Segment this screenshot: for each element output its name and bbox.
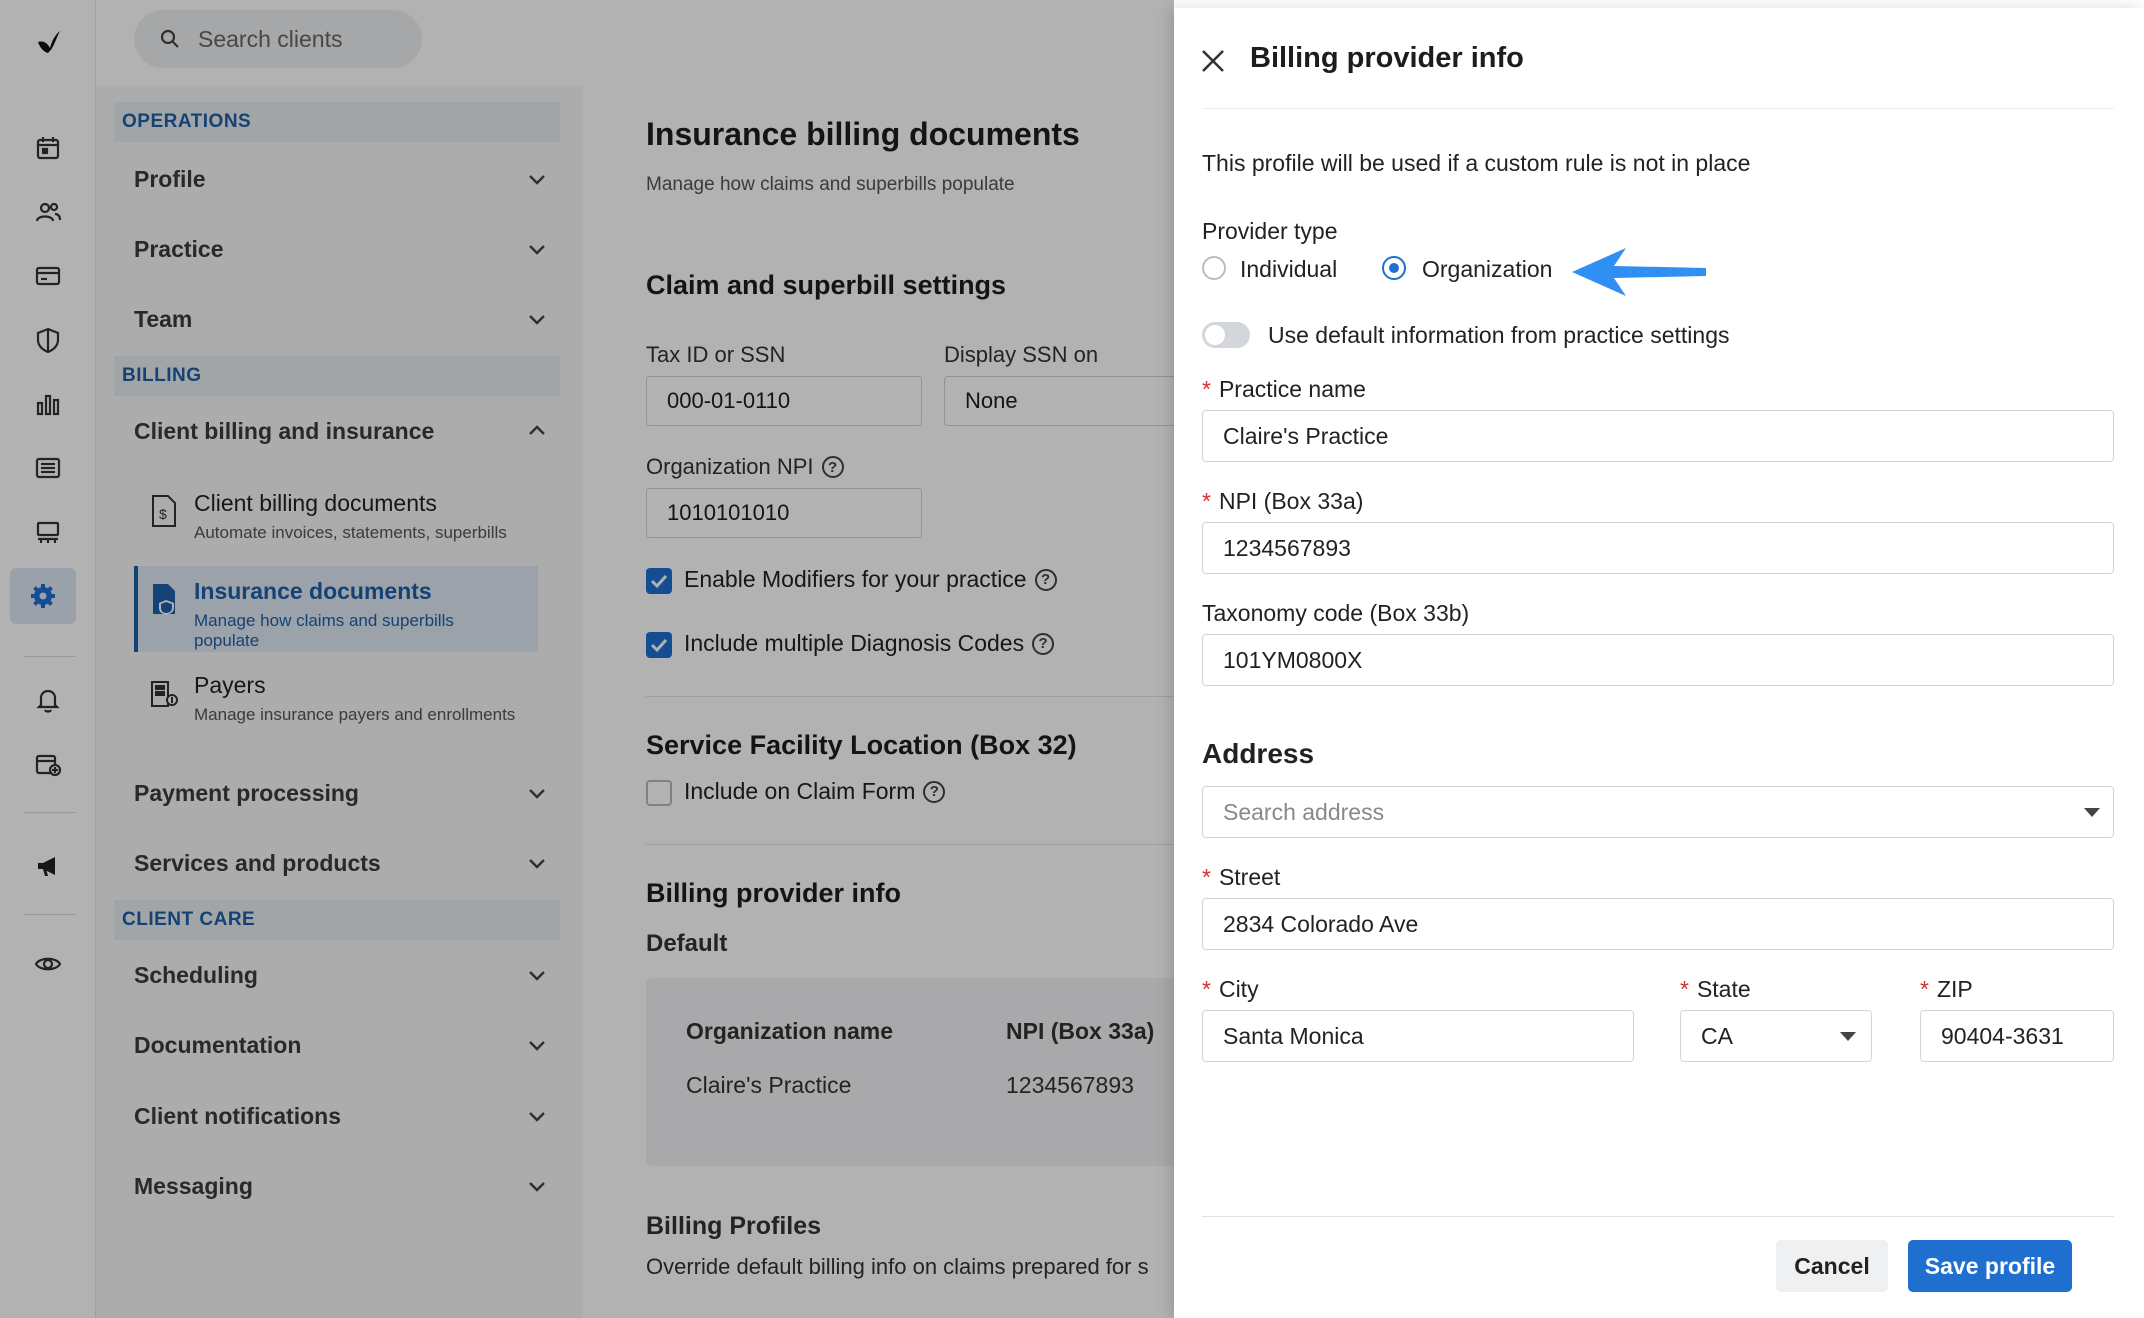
search-address-placeholder: Search address	[1223, 798, 1385, 825]
address-heading: Address	[1202, 738, 1315, 769]
modal-backdrop[interactable]	[0, 0, 1174, 1318]
provider-type-label: Provider type	[1202, 218, 1338, 244]
taxonomy-label: Taxonomy code (Box 33b)	[1202, 600, 1470, 626]
zip-label: ZIP	[1936, 976, 1973, 1002]
close-icon[interactable]	[1198, 46, 1228, 76]
dropdown-caret-icon	[1840, 1032, 1856, 1041]
required-mark: *	[1202, 488, 1211, 514]
save-profile-button[interactable]: Save profile	[1908, 1240, 2072, 1292]
state-value: CA	[1701, 1022, 1733, 1049]
zip-label-row: * ZIP	[1920, 976, 1973, 1003]
npi-label: NPI (Box 33a)	[1218, 488, 1364, 514]
required-mark: *	[1920, 976, 1929, 1002]
pointer-arrow-icon	[1572, 248, 1706, 296]
npi-label-row: * NPI (Box 33a)	[1202, 488, 1363, 515]
npi-field[interactable]: 1234567893	[1202, 522, 2114, 574]
use-default-toggle[interactable]	[1202, 322, 1250, 348]
street-label-row: * Street	[1202, 864, 1280, 891]
practice-name-label: Practice name	[1218, 376, 1366, 402]
taxonomy-field[interactable]: 101YM0800X	[1202, 634, 2114, 686]
required-mark: *	[1202, 376, 1211, 402]
billing-provider-drawer: Billing provider info This profile will …	[1174, 8, 2144, 1318]
divider	[1202, 108, 2114, 109]
practice-name-label-row: * Practice name	[1202, 376, 1366, 403]
required-mark: *	[1680, 976, 1689, 1002]
city-label-row: * City	[1202, 976, 1259, 1003]
cancel-button[interactable]: Cancel	[1776, 1240, 1888, 1292]
drawer-title: Billing provider info	[1250, 42, 1524, 74]
divider	[1202, 1216, 2114, 1217]
state-label-row: * State	[1680, 976, 1751, 1003]
use-default-label: Use default information from practice se…	[1268, 322, 1730, 348]
organization-radio[interactable]	[1382, 256, 1406, 280]
city-field[interactable]: Santa Monica	[1202, 1010, 1634, 1062]
city-label: City	[1218, 976, 1259, 1002]
required-mark: *	[1202, 976, 1211, 1002]
dropdown-caret-icon	[2084, 808, 2100, 817]
search-address-select[interactable]: Search address	[1202, 786, 2114, 838]
state-label: State	[1696, 976, 1751, 1002]
individual-label: Individual	[1240, 256, 1338, 282]
practice-name-field[interactable]: Claire's Practice	[1202, 410, 2114, 462]
street-label: Street	[1218, 864, 1281, 890]
individual-radio[interactable]	[1202, 256, 1226, 280]
drawer-intro: This profile will be used if a custom ru…	[1202, 150, 1751, 176]
organization-label: Organization	[1422, 256, 1553, 282]
zip-field[interactable]: 90404-3631	[1920, 1010, 2114, 1062]
street-field[interactable]: 2834 Colorado Ave	[1202, 898, 2114, 950]
required-mark: *	[1202, 864, 1211, 890]
